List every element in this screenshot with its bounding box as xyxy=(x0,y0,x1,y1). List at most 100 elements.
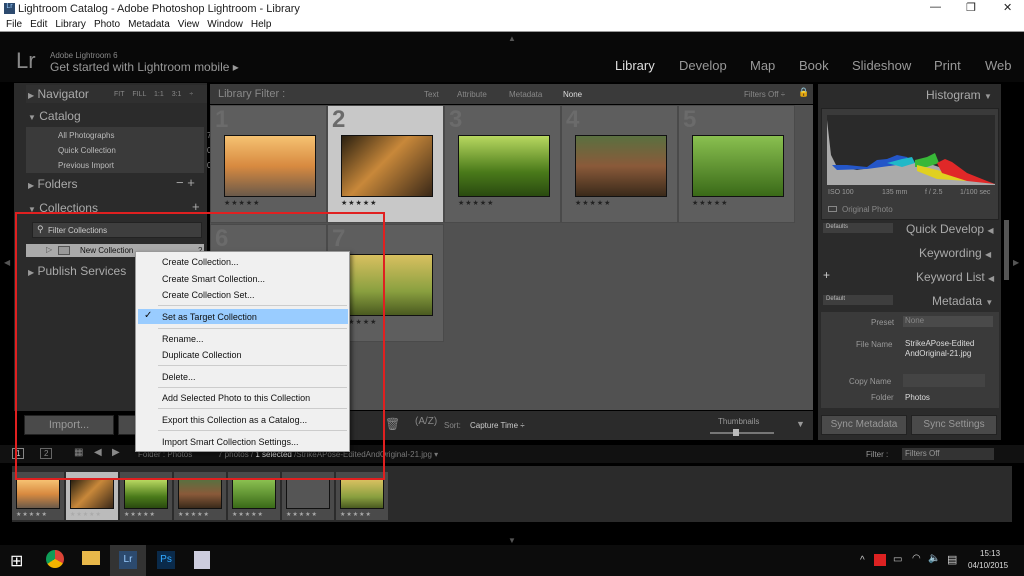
catalog-title[interactable]: Catalog xyxy=(39,109,80,123)
window-title: Lightroom Catalog - Adobe Photoshop Ligh… xyxy=(18,3,300,15)
minimize-button[interactable]: — xyxy=(930,1,941,13)
antivirus-icon[interactable] xyxy=(874,554,886,566)
star-rating[interactable]: ★★★★★ xyxy=(224,199,260,207)
windows-start-icon[interactable]: ⊞ xyxy=(10,551,23,571)
painter-icon[interactable]: 🗑 xyxy=(385,417,400,431)
filter-none[interactable]: None xyxy=(563,90,582,99)
maximize-button[interactable]: ❐ xyxy=(966,1,976,14)
folders-title[interactable]: Folders xyxy=(38,177,78,191)
tray-chevron-icon[interactable]: ^ xyxy=(860,555,865,566)
photo-thumbnail[interactable] xyxy=(575,135,667,197)
photo-thumbnail[interactable] xyxy=(224,135,316,197)
filter-text[interactable]: Text xyxy=(424,90,439,99)
app-icon: Lr xyxy=(4,3,15,14)
metadata-fields: Preset None File Name StrikeAPose-Edited… xyxy=(821,312,999,408)
module-web[interactable]: Web xyxy=(985,58,1012,73)
title-bar: Lr Lightroom Catalog - Adobe Photoshop L… xyxy=(0,0,1024,17)
menu-view[interactable]: View xyxy=(178,19,200,30)
sort-select[interactable]: Capture Time ÷ xyxy=(470,421,525,430)
metadata-title[interactable]: Metadata xyxy=(932,294,982,308)
menu-photo[interactable]: Photo xyxy=(94,19,120,30)
add-keyword-button[interactable]: + xyxy=(823,268,830,282)
version-label: Adobe Lightroom 6 xyxy=(50,51,118,60)
lightroom-taskbar-button[interactable]: Lr xyxy=(110,545,146,576)
grid-cell[interactable]: 1 ★★★★★ xyxy=(210,105,327,223)
menu-window[interactable]: Window xyxy=(207,19,243,30)
wifi-icon[interactable]: ◠ xyxy=(912,553,921,564)
copy-name-label: Copy Name xyxy=(849,377,892,386)
grid-cell[interactable]: 3 ★★★★★ xyxy=(444,105,561,223)
menu-help[interactable]: Help xyxy=(251,19,272,30)
app-icon[interactable] xyxy=(194,551,210,569)
star-rating[interactable]: ★★★★★ xyxy=(692,199,728,207)
metadata-view-select[interactable]: Default xyxy=(823,295,893,305)
menu-library[interactable]: Library xyxy=(55,19,86,30)
original-photo-checkbox[interactable] xyxy=(828,206,837,212)
top-panel-toggle[interactable]: ▲ xyxy=(508,34,516,43)
left-panel-toggle[interactable]: ◀ xyxy=(4,258,10,267)
lock-icon[interactable]: 🔒 xyxy=(798,87,809,98)
module-book[interactable]: Book xyxy=(799,58,829,73)
right-panel-scrollbar[interactable] xyxy=(1004,220,1009,280)
menu-edit[interactable]: Edit xyxy=(30,19,47,30)
star-rating: ★★★★★ xyxy=(232,512,264,518)
photoshop-icon[interactable]: Ps xyxy=(157,551,175,569)
keywording-title[interactable]: Keywording xyxy=(919,246,982,260)
sort-direction-icon[interactable]: (A/Z) xyxy=(415,416,437,427)
module-develop[interactable]: Develop xyxy=(679,58,727,73)
star-rating[interactable]: ★★★★★ xyxy=(575,199,611,207)
zoom-options[interactable]: FIT FILL 1:1 3:1 ÷ xyxy=(114,91,193,98)
battery-icon[interactable]: ▭ xyxy=(893,554,902,565)
right-panel-toggle[interactable]: ▶ xyxy=(1013,258,1019,267)
menu-file[interactable]: File xyxy=(6,19,22,30)
filter-metadata[interactable]: Metadata xyxy=(509,90,542,99)
photo-thumbnail[interactable] xyxy=(341,135,433,197)
mobile-prompt[interactable]: Get started with Lightroom mobile ▸ xyxy=(50,60,239,74)
file-explorer-icon[interactable] xyxy=(82,551,100,565)
filmstrip-filter-select[interactable]: Filters Off xyxy=(902,448,994,460)
close-button[interactable]: ✕ xyxy=(1003,1,1012,14)
sync-settings-button[interactable]: Sync Settings xyxy=(911,415,997,435)
grid-cell[interactable]: 5 ★★★★★ xyxy=(678,105,795,223)
module-library[interactable]: Library xyxy=(615,58,655,73)
menu-metadata[interactable]: Metadata xyxy=(128,19,170,30)
copy-name-field[interactable] xyxy=(903,374,985,387)
preset-select[interactable]: None xyxy=(903,316,993,327)
photo-thumbnail[interactable] xyxy=(458,135,550,197)
clock-date[interactable]: 04/10/2015 xyxy=(968,561,1008,570)
file-name-field[interactable]: StrikeAPose-EditedAndOriginal-21.jpg xyxy=(905,339,975,359)
right-panel: Histogram ▼ ISO 100 135 mm f / 2.5 1/100… xyxy=(818,84,1001,440)
clock-time[interactable]: 15:13 xyxy=(980,549,1000,558)
catalog-all-photographs[interactable]: All Photographs xyxy=(58,131,114,140)
notifications-icon[interactable]: ▤ xyxy=(947,553,957,566)
histogram-title[interactable]: Histogram xyxy=(926,88,981,102)
module-print[interactable]: Print xyxy=(934,58,961,73)
module-slideshow[interactable]: Slideshow xyxy=(852,58,911,73)
folder-value: Photos xyxy=(905,393,930,402)
filter-preset[interactable]: Filters Off ÷ xyxy=(744,90,785,99)
grid-cell[interactable]: 4 ★★★★★ xyxy=(561,105,678,223)
chrome-icon[interactable] xyxy=(46,550,64,568)
photo-thumbnail[interactable] xyxy=(692,135,784,197)
bottom-panel-toggle[interactable]: ▼ xyxy=(508,536,516,545)
star-rating[interactable]: ★★★★★ xyxy=(341,199,377,207)
thumbnail-size-slider[interactable] xyxy=(710,429,774,436)
star-rating[interactable]: ★★★★★ xyxy=(458,199,494,207)
quick-develop-title[interactable]: Quick Develop xyxy=(906,222,984,236)
add-folder-button[interactable]: − + xyxy=(176,175,195,190)
grid-cell[interactable]: 2 ★★★★★ xyxy=(327,105,444,223)
iso-value: ISO 100 xyxy=(828,189,854,196)
filter-attribute[interactable]: Attribute xyxy=(457,90,487,99)
volume-icon[interactable]: 🔈 xyxy=(928,553,940,564)
catalog-quick-collection[interactable]: Quick Collection xyxy=(58,146,116,155)
toolbar-menu-icon[interactable]: ▼ xyxy=(796,419,805,429)
filmstrip-thumbnail xyxy=(70,479,114,509)
navigator-header[interactable]: ▶ Navigator FIT FILL 1:1 3:1 ÷ xyxy=(26,85,207,103)
sort-label: Sort: xyxy=(444,421,461,430)
module-map[interactable]: Map xyxy=(750,58,775,73)
catalog-previous-import[interactable]: Previous Import xyxy=(58,161,114,170)
sync-metadata-button[interactable]: Sync Metadata xyxy=(821,415,907,435)
lr-logo: Lr xyxy=(16,48,36,73)
keyword-list-title[interactable]: Keyword List xyxy=(916,270,985,284)
quick-develop-preset[interactable]: Defaults xyxy=(823,223,893,233)
